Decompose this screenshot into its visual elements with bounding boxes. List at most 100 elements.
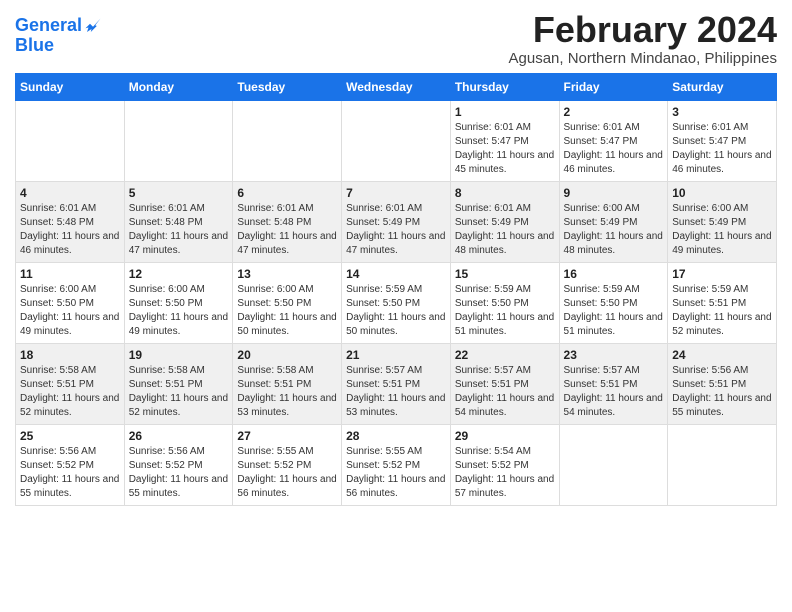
day-number: 26 (129, 429, 229, 443)
calendar-table: SundayMondayTuesdayWednesdayThursdayFrid… (15, 73, 777, 506)
day-number: 21 (346, 348, 446, 362)
day-number: 23 (564, 348, 664, 362)
day-of-week-header: Monday (124, 73, 233, 100)
day-info: Sunrise: 5:56 AMSunset: 5:51 PMDaylight:… (672, 364, 772, 420)
day-info: Sunrise: 5:57 AMSunset: 5:51 PMDaylight:… (455, 364, 555, 420)
day-info: Sunrise: 6:00 AMSunset: 5:50 PMDaylight:… (129, 283, 229, 339)
calendar-day-cell: 5 Sunrise: 6:01 AMSunset: 5:48 PMDaylight… (124, 181, 233, 262)
day-number: 18 (20, 348, 120, 362)
day-number: 10 (672, 186, 772, 200)
day-info: Sunrise: 6:01 AMSunset: 5:47 PMDaylight:… (564, 121, 664, 177)
calendar-week-row: 18 Sunrise: 5:58 AMSunset: 5:51 PMDayligh… (16, 343, 777, 424)
day-info: Sunrise: 6:01 AMSunset: 5:48 PMDaylight:… (129, 202, 229, 258)
day-number: 22 (455, 348, 555, 362)
calendar-day-cell: 16 Sunrise: 5:59 AMSunset: 5:50 PMDayligh… (559, 262, 668, 343)
calendar-day-cell: 9Sunrise: 6:00 AMSunset: 5:49 PMDaylight… (559, 181, 668, 262)
calendar-day-cell: 24 Sunrise: 5:56 AMSunset: 5:51 PMDayligh… (668, 343, 777, 424)
logo-blue: Blue (15, 36, 102, 56)
calendar-day-cell: 17 Sunrise: 5:59 AMSunset: 5:51 PMDayligh… (668, 262, 777, 343)
day-of-week-header: Thursday (450, 73, 559, 100)
logo-bird-icon (84, 17, 102, 35)
calendar-day-cell: 26 Sunrise: 5:56 AMSunset: 5:52 PMDayligh… (124, 424, 233, 505)
calendar-day-cell: 1 Sunrise: 6:01 AMSunset: 5:47 PMDaylight… (450, 100, 559, 181)
day-info: Sunrise: 5:56 AMSunset: 5:52 PMDaylight:… (20, 445, 120, 501)
calendar-day-cell: 6 Sunrise: 6:01 AMSunset: 5:48 PMDaylight… (233, 181, 342, 262)
day-info: Sunrise: 5:56 AMSunset: 5:52 PMDaylight:… (129, 445, 229, 501)
calendar-day-cell: 27 Sunrise: 5:55 AMSunset: 5:52 PMDayligh… (233, 424, 342, 505)
day-info: Sunrise: 6:01 AMSunset: 5:48 PMDaylight:… (237, 202, 337, 258)
calendar-day-cell: 10Sunrise: 6:00 AMSunset: 5:49 PMDayligh… (668, 181, 777, 262)
calendar-day-cell: 13Sunrise: 6:00 AMSunset: 5:50 PMDayligh… (233, 262, 342, 343)
logo-general: General (15, 15, 82, 35)
calendar-day-cell: 14Sunrise: 5:59 AMSunset: 5:50 PMDayligh… (342, 262, 451, 343)
day-number: 2 (564, 105, 664, 119)
calendar-day-cell: 25 Sunrise: 5:56 AMSunset: 5:52 PMDayligh… (16, 424, 125, 505)
calendar-day-cell: 2 Sunrise: 6:01 AMSunset: 5:47 PMDaylight… (559, 100, 668, 181)
day-number: 29 (455, 429, 555, 443)
day-info: Sunrise: 6:01 AMSunset: 5:47 PMDaylight:… (672, 121, 772, 177)
day-number: 25 (20, 429, 120, 443)
day-number: 27 (237, 429, 337, 443)
calendar-day-cell: 7 Sunrise: 6:01 AMSunset: 5:49 PMDaylight… (342, 181, 451, 262)
day-of-week-header: Saturday (668, 73, 777, 100)
calendar-day-cell (559, 424, 668, 505)
logo: General Blue (15, 16, 102, 56)
calendar-day-cell: 29 Sunrise: 5:54 AMSunset: 5:52 PMDayligh… (450, 424, 559, 505)
calendar-week-row: 11Sunrise: 6:00 AMSunset: 5:50 PMDayligh… (16, 262, 777, 343)
day-info: Sunrise: 5:55 AMSunset: 5:52 PMDaylight:… (346, 445, 446, 501)
day-of-week-header: Sunday (16, 73, 125, 100)
calendar-day-cell: 23 Sunrise: 5:57 AMSunset: 5:51 PMDayligh… (559, 343, 668, 424)
title-area: February 2024 Agusan, Northern Mindanao,… (509, 10, 778, 67)
calendar-header-row: SundayMondayTuesdayWednesdayThursdayFrid… (16, 73, 777, 100)
calendar-day-cell: 19 Sunrise: 5:58 AMSunset: 5:51 PMDayligh… (124, 343, 233, 424)
day-number: 12 (129, 267, 229, 281)
day-number: 16 (564, 267, 664, 281)
day-number: 6 (237, 186, 337, 200)
day-of-week-header: Wednesday (342, 73, 451, 100)
day-number: 8 (455, 186, 555, 200)
calendar-day-cell (668, 424, 777, 505)
day-info: Sunrise: 5:55 AMSunset: 5:52 PMDaylight:… (237, 445, 337, 501)
calendar-day-cell: 21 Sunrise: 5:57 AMSunset: 5:51 PMDayligh… (342, 343, 451, 424)
day-number: 5 (129, 186, 229, 200)
day-info: Sunrise: 6:00 AMSunset: 5:49 PMDaylight:… (564, 202, 664, 258)
day-info: Sunrise: 5:58 AMSunset: 5:51 PMDaylight:… (129, 364, 229, 420)
day-number: 3 (672, 105, 772, 119)
day-info: Sunrise: 5:58 AMSunset: 5:51 PMDaylight:… (20, 364, 120, 420)
calendar-day-cell (342, 100, 451, 181)
calendar-day-cell: 28Sunrise: 5:55 AMSunset: 5:52 PMDayligh… (342, 424, 451, 505)
day-info: Sunrise: 5:59 AMSunset: 5:50 PMDaylight:… (564, 283, 664, 339)
calendar-day-cell: 12 Sunrise: 6:00 AMSunset: 5:50 PMDayligh… (124, 262, 233, 343)
calendar-day-cell: 8 Sunrise: 6:01 AMSunset: 5:49 PMDaylight… (450, 181, 559, 262)
day-info: Sunrise: 6:01 AMSunset: 5:49 PMDaylight:… (455, 202, 555, 258)
calendar-day-cell: 18 Sunrise: 5:58 AMSunset: 5:51 PMDayligh… (16, 343, 125, 424)
day-number: 7 (346, 186, 446, 200)
day-number: 1 (455, 105, 555, 119)
day-info: Sunrise: 6:01 AMSunset: 5:49 PMDaylight:… (346, 202, 446, 258)
day-info: Sunrise: 5:54 AMSunset: 5:52 PMDaylight:… (455, 445, 555, 501)
day-info: Sunrise: 6:01 AMSunset: 5:48 PMDaylight:… (20, 202, 120, 258)
day-info: Sunrise: 6:00 AMSunset: 5:50 PMDaylight:… (237, 283, 337, 339)
day-info: Sunrise: 6:00 AMSunset: 5:50 PMDaylight:… (20, 283, 120, 339)
day-number: 20 (237, 348, 337, 362)
day-info: Sunrise: 5:59 AMSunset: 5:51 PMDaylight:… (672, 283, 772, 339)
day-info: Sunrise: 5:57 AMSunset: 5:51 PMDaylight:… (564, 364, 664, 420)
day-number: 24 (672, 348, 772, 362)
day-number: 17 (672, 267, 772, 281)
calendar-day-cell (124, 100, 233, 181)
calendar-week-row: 4 Sunrise: 6:01 AMSunset: 5:48 PMDaylight… (16, 181, 777, 262)
day-info: Sunrise: 5:59 AMSunset: 5:50 PMDaylight:… (455, 283, 555, 339)
day-of-week-header: Friday (559, 73, 668, 100)
calendar-day-cell: 20 Sunrise: 5:58 AMSunset: 5:51 PMDayligh… (233, 343, 342, 424)
day-info: Sunrise: 5:58 AMSunset: 5:51 PMDaylight:… (237, 364, 337, 420)
day-info: Sunrise: 6:01 AMSunset: 5:47 PMDaylight:… (455, 121, 555, 177)
calendar-week-row: 1 Sunrise: 6:01 AMSunset: 5:47 PMDaylight… (16, 100, 777, 181)
day-number: 19 (129, 348, 229, 362)
day-number: 15 (455, 267, 555, 281)
day-info: Sunrise: 5:59 AMSunset: 5:50 PMDaylight:… (346, 283, 446, 339)
header: General Blue February 2024 Agusan, North… (15, 10, 777, 67)
calendar-week-row: 25 Sunrise: 5:56 AMSunset: 5:52 PMDayligh… (16, 424, 777, 505)
day-number: 4 (20, 186, 120, 200)
day-info: Sunrise: 5:57 AMSunset: 5:51 PMDaylight:… (346, 364, 446, 420)
calendar-day-cell: 11Sunrise: 6:00 AMSunset: 5:50 PMDayligh… (16, 262, 125, 343)
